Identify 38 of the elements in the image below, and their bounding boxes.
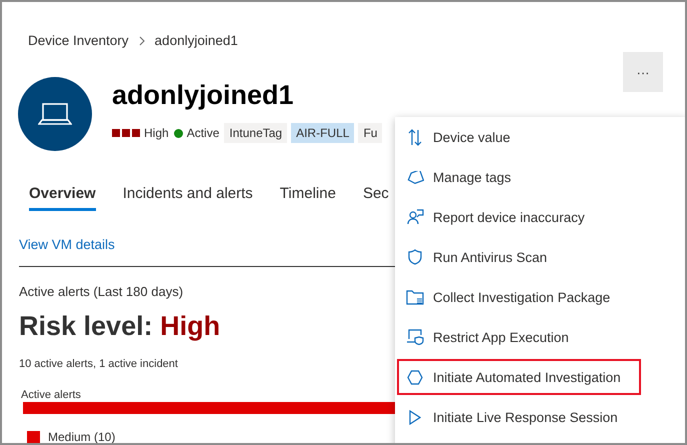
tab[interactable]: Sec [362, 185, 389, 211]
tag[interactable]: IntuneTag [224, 123, 288, 143]
section-title: Active alerts (Last 180 days) [19, 284, 184, 299]
chevron-icon [138, 36, 145, 46]
menu-item[interactable]: Run Antivirus Scan [397, 239, 641, 275]
menu-item[interactable]: Device value [397, 119, 641, 155]
status-dot-icon [174, 128, 183, 138]
tab[interactable]: Overview [29, 185, 96, 211]
risk-label: Risk level: [19, 311, 153, 341]
laptop-icon [38, 103, 72, 125]
tab[interactable]: Incidents and alerts [122, 185, 253, 211]
menu-item[interactable]: Initiate Live Response Session [397, 399, 641, 435]
monitor-shield-icon [406, 329, 424, 345]
device-name: adonlyjoined1 [112, 79, 295, 111]
view-vm-details-link[interactable]: View VM details [19, 237, 115, 252]
tab[interactable]: Timeline [280, 185, 336, 211]
risk-level: High [144, 126, 169, 140]
menu-item[interactable]: Manage tags [397, 159, 641, 195]
breadcrumb-current: adonlyjoined1 [154, 33, 238, 48]
person-flag-icon [406, 209, 424, 225]
sort-arrows-icon [408, 128, 422, 146]
menu-item[interactable]: Collect Investigation Package [397, 279, 641, 315]
hexagon-icon [407, 370, 423, 384]
breadcrumb-link[interactable]: Device Inventory [28, 33, 129, 48]
shield-icon [408, 249, 422, 265]
more-button[interactable]: ··· [623, 52, 663, 92]
alerts-summary: 10 active alerts, 1 active incident [19, 358, 178, 370]
risk-value: High [160, 311, 220, 341]
menu-item[interactable]: Report device inaccuracy [397, 199, 641, 235]
play-icon [409, 410, 421, 424]
bar-label: Active alerts [21, 389, 81, 401]
status-text: Active [186, 126, 220, 140]
risk-level-icon [112, 129, 140, 137]
menu-item[interactable]: Initiate Automated Investigation [397, 359, 641, 395]
tag[interactable]: AIR-FULL [291, 123, 354, 143]
tag[interactable]: Fu [358, 123, 382, 143]
folder-list-icon [406, 290, 424, 304]
menu-item[interactable]: Restrict App Execution [397, 319, 641, 355]
